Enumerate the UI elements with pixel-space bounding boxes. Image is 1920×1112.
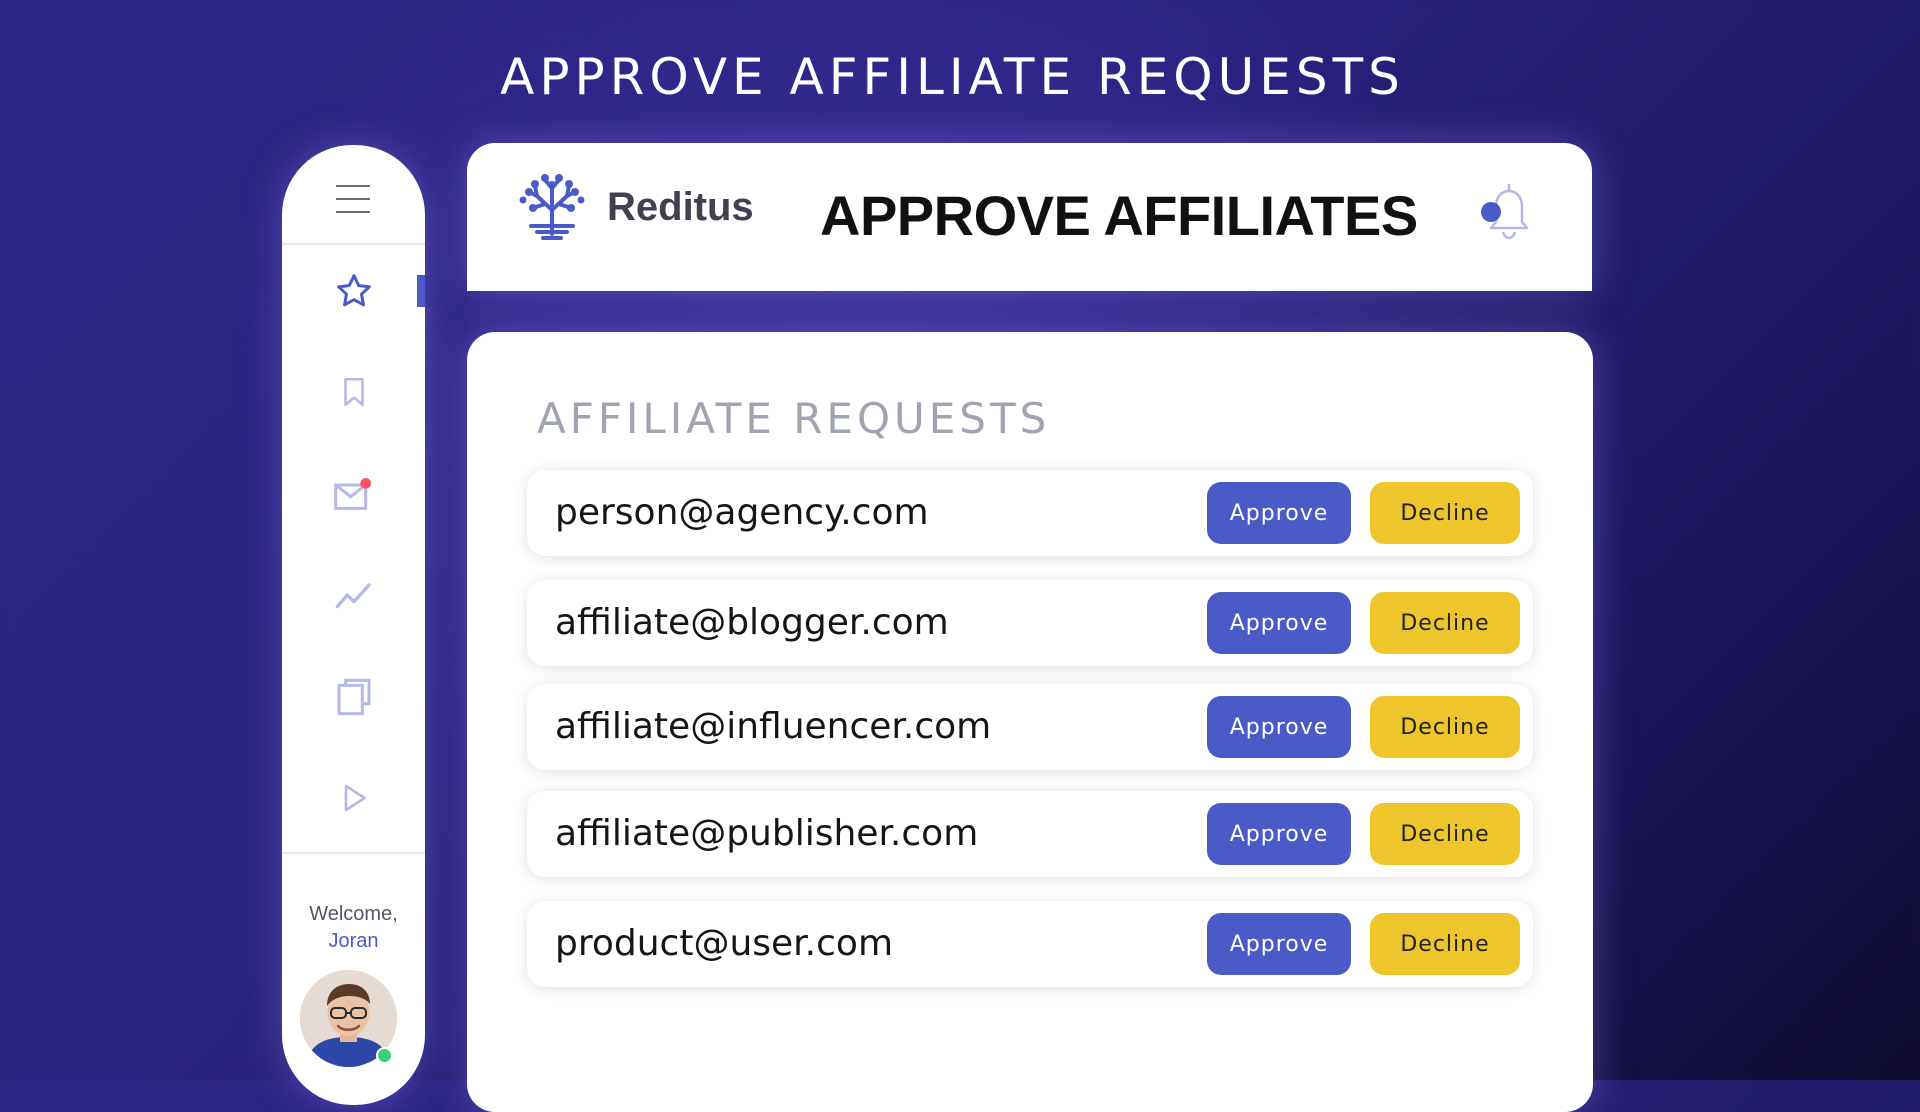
affiliate-requests-panel: AFFILIATE REQUESTS person@agency.com App…: [467, 332, 1593, 1112]
welcome-text: Welcome, Joran: [282, 901, 425, 955]
user-name[interactable]: Joran: [282, 928, 425, 955]
sidebar-item-play[interactable]: [282, 768, 425, 828]
request-row: affiliate@influencer.com Approve Decline: [527, 684, 1533, 770]
request-email: affiliate@influencer.com: [555, 706, 992, 747]
section-title: AFFILIATE REQUESTS: [537, 394, 1051, 443]
welcome-label: Welcome,: [309, 903, 398, 925]
approve-button[interactable]: Approve: [1207, 913, 1351, 975]
sidebar: Welcome, Joran: [282, 145, 425, 1105]
request-row: product@user.com Approve Decline: [527, 901, 1533, 987]
request-row: affiliate@publisher.com Approve Decline: [527, 791, 1533, 877]
request-email: affiliate@publisher.com: [555, 813, 979, 854]
request-email: affiliate@blogger.com: [555, 602, 949, 643]
approve-button[interactable]: Approve: [1207, 592, 1351, 654]
header: Reditus APPROVE AFFILIATES: [467, 143, 1592, 291]
sidebar-item-bookmark[interactable]: [282, 362, 425, 422]
approve-button[interactable]: Approve: [1207, 803, 1351, 865]
notification-badge: [359, 478, 371, 489]
request-row: affiliate@blogger.com Approve Decline: [527, 580, 1533, 666]
sidebar-item-mail[interactable]: [282, 465, 425, 525]
request-row: person@agency.com Approve Decline: [527, 470, 1533, 556]
sidebar-item-analytics[interactable]: [282, 565, 425, 625]
sidebar-item-star[interactable]: [282, 261, 425, 321]
trend-icon: [335, 583, 371, 609]
reditus-logo-icon: [519, 174, 585, 240]
decline-button[interactable]: Decline: [1370, 696, 1520, 758]
mail-icon: [333, 478, 371, 510]
document-icon: [337, 678, 370, 716]
approve-button[interactable]: Approve: [1207, 696, 1351, 758]
decline-button[interactable]: Decline: [1370, 592, 1520, 654]
play-icon: [344, 784, 366, 812]
sidebar-divider: [282, 852, 425, 854]
page-headline: APPROVE AFFILIATE REQUESTS: [500, 48, 1405, 106]
decline-button[interactable]: Decline: [1370, 803, 1520, 865]
request-email: product@user.com: [555, 923, 894, 964]
online-status-dot: [376, 1047, 393, 1064]
decline-button[interactable]: Decline: [1370, 913, 1520, 975]
request-email: person@agency.com: [555, 492, 929, 533]
bookmark-icon: [343, 377, 364, 407]
active-indicator: [417, 275, 425, 307]
brand-name: Reditus: [607, 185, 754, 229]
hamburger-menu-icon[interactable]: [336, 185, 370, 213]
decline-button[interactable]: Decline: [1370, 482, 1520, 544]
star-icon: [336, 274, 371, 307]
sidebar-item-documents[interactable]: [282, 667, 425, 727]
approve-button[interactable]: Approve: [1207, 482, 1351, 544]
sidebar-menu-area: [282, 145, 425, 245]
page-title: APPROVE AFFILIATES: [820, 184, 1418, 247]
notification-bell-icon[interactable]: [1479, 178, 1539, 242]
